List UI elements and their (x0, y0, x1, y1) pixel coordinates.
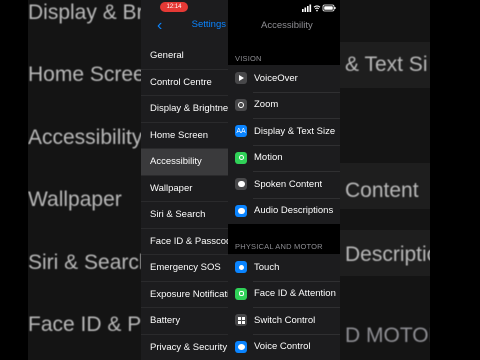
row-audio-descriptions[interactable]: Audio Descriptions (228, 197, 340, 225)
sidebar-item-accessibility[interactable]: Accessibility (141, 149, 228, 176)
sidebar-title: Settings (191, 19, 226, 30)
row-motion[interactable]: Motion (228, 144, 340, 172)
row-label: Audio Descriptions (254, 205, 334, 217)
switch-control-icon (235, 314, 247, 327)
row-zoom[interactable]: Zoom (228, 91, 340, 119)
settings-sidebar: 12:14 ‹ Settings General Control Centre … (141, 0, 228, 360)
backdrop-text: Face ID & Pa (28, 313, 141, 336)
zoom-icon (235, 98, 247, 111)
backdrop-text: Display & Brigh (28, 1, 141, 24)
row-face-id-attention[interactable]: Face ID & Attention (228, 280, 340, 308)
text-size-icon: AA (235, 125, 247, 138)
battery-icon (322, 4, 336, 12)
sidebar-item-exposure[interactable]: Exposure Notifications (141, 282, 228, 308)
row-label: Spoken Content (254, 178, 323, 190)
settings-list: General Control Centre Display & Brightn… (141, 43, 228, 360)
backdrop-text: D MOTOR (345, 324, 430, 347)
sidebar-item-display[interactable]: Display & Brightness (141, 96, 228, 123)
sidebar-item-wallpaper[interactable]: Wallpaper (141, 176, 228, 202)
sidebar-item-siri[interactable]: Siri & Search (141, 202, 228, 229)
row-switch-control[interactable]: Switch Control (228, 307, 340, 334)
backdrop-text: Accessibility (28, 126, 141, 149)
sidebar-item-general[interactable]: General (141, 43, 228, 70)
phone-screen: 12:14 ‹ Settings General Control Centre … (141, 0, 340, 360)
status-icons (302, 4, 336, 12)
row-voiceover[interactable]: VoiceOver (228, 65, 340, 92)
status-time-pill: 12:14 (160, 2, 188, 12)
row-spoken-content[interactable]: Spoken Content (228, 171, 340, 198)
row-label: Motion (254, 152, 283, 164)
spoken-content-icon (235, 178, 247, 191)
row-label: Face ID & Attention (254, 288, 336, 300)
section-header-physical-motor: PHYSICAL AND MOTOR (235, 242, 323, 251)
accessibility-detail: Accessibility VISION VoiceOver Zoom AA D… (228, 0, 340, 360)
sidebar-item-home-screen[interactable]: Home Screen (141, 123, 228, 149)
backdrop-text: Description (345, 243, 430, 266)
sidebar-item-privacy[interactable]: Privacy & Security (141, 335, 228, 360)
blurred-backdrop-left: Display & Brigh Home Scree Accessibility… (28, 0, 141, 360)
wifi-icon (313, 5, 321, 12)
touch-icon (235, 261, 247, 274)
backdrop-text: Wallpaper (28, 188, 122, 211)
row-label: Switch Control (254, 314, 316, 326)
row-label: Display & Text Size (254, 125, 336, 137)
backdrop-text: & Text Si (345, 53, 428, 76)
page-title: Accessibility (261, 20, 313, 31)
row-label: Zoom (254, 99, 279, 111)
row-voice-control[interactable]: Voice Control (228, 333, 340, 360)
signal-icon (302, 4, 312, 12)
row-touch[interactable]: Touch (228, 254, 340, 281)
sidebar-item-emergency-sos[interactable]: Emergency SOS (141, 255, 228, 282)
backdrop-text: Content (345, 179, 419, 202)
row-label: VoiceOver (254, 72, 298, 84)
row-label: Touch (254, 261, 280, 273)
row-display-text-size[interactable]: AA Display & Text Size (228, 118, 340, 145)
audio-descriptions-icon (235, 204, 247, 217)
face-id-icon (235, 287, 247, 300)
sidebar-item-control-centre[interactable]: Control Centre (141, 70, 228, 96)
motion-icon (235, 151, 247, 164)
blurred-backdrop-right: & Text Si Content Description D MOTOR (340, 0, 430, 360)
row-label: Voice Control (254, 341, 311, 353)
backdrop-text: Home Scree (28, 63, 141, 86)
sidebar-item-battery[interactable]: Battery (141, 308, 228, 335)
sidebar-item-face-id[interactable]: Face ID & Passcode (141, 229, 228, 255)
back-chevron-icon[interactable]: ‹ (157, 16, 171, 36)
voiceover-icon (235, 72, 247, 85)
physical-motor-group: Touch Face ID & Attention Switch Control… (228, 254, 340, 360)
section-header-vision: VISION (235, 54, 262, 63)
voice-control-icon (235, 340, 247, 353)
backdrop-text: Siri & Search (28, 251, 141, 274)
vision-group: VoiceOver Zoom AA Display & Text Size Mo… (228, 65, 340, 224)
